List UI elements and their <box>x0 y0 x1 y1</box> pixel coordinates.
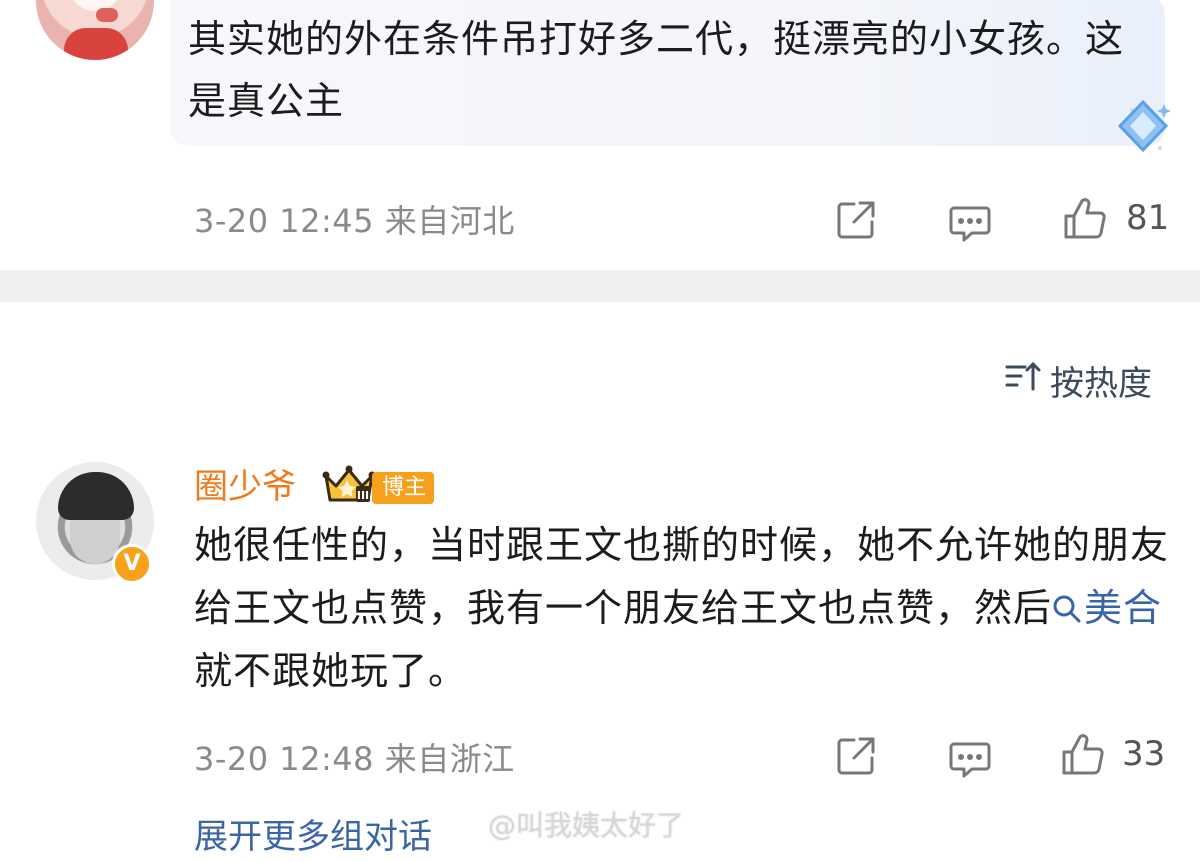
verified-badge: V <box>112 544 152 584</box>
comment-text: 她很任性的，当时跟王文也撕的时候，她不允许她的朋友给王文也点赞，我有一个朋友给王… <box>194 514 1169 703</box>
share-icon[interactable] <box>834 734 878 778</box>
like-count: 33 <box>1122 734 1166 774</box>
username[interactable]: 圈少爷 <box>194 462 296 512</box>
like-icon[interactable] <box>1062 196 1108 242</box>
comment-text: 其实她的外在条件吊打好多二代，挺漂亮的小女孩。这是真公主 <box>188 17 1125 123</box>
comment-icon[interactable] <box>948 200 992 244</box>
sort-label: 按热度 <box>1050 363 1152 404</box>
comment-meta: 3-20 12:48 来自浙江 <box>194 740 515 778</box>
section-divider <box>0 270 1200 302</box>
watermark: @叫我姨太好了 <box>488 809 685 842</box>
blogger-badge: 博主 <box>372 472 435 504</box>
sort-button[interactable]: 按热度 <box>1004 356 1152 404</box>
crown-icon: III <box>322 464 376 508</box>
svg-text:III: III <box>357 489 369 502</box>
avatar[interactable] <box>36 0 154 60</box>
comment-meta: 3-20 12:45 来自河北 <box>194 202 515 240</box>
like-count: 81 <box>1126 198 1170 238</box>
expand-conversation-link[interactable]: 展开更多组对话 <box>194 812 432 862</box>
comment-text-part1: 她很任性的，当时跟王文也撕的时候，她不允许她的朋友给王文也点赞，我有一个朋友给王… <box>194 523 1170 630</box>
search-keyword-link[interactable]: 美合 <box>1052 586 1162 630</box>
share-icon[interactable] <box>834 198 878 242</box>
diamond-icon <box>1112 96 1174 158</box>
like-icon[interactable] <box>1060 732 1106 778</box>
keyword-label: 美合 <box>1084 586 1163 630</box>
search-icon <box>1053 595 1081 623</box>
comment-icon[interactable] <box>948 736 992 780</box>
sort-icon <box>1004 359 1042 402</box>
comment-text-part2: 就不跟她玩了。 <box>194 649 468 693</box>
